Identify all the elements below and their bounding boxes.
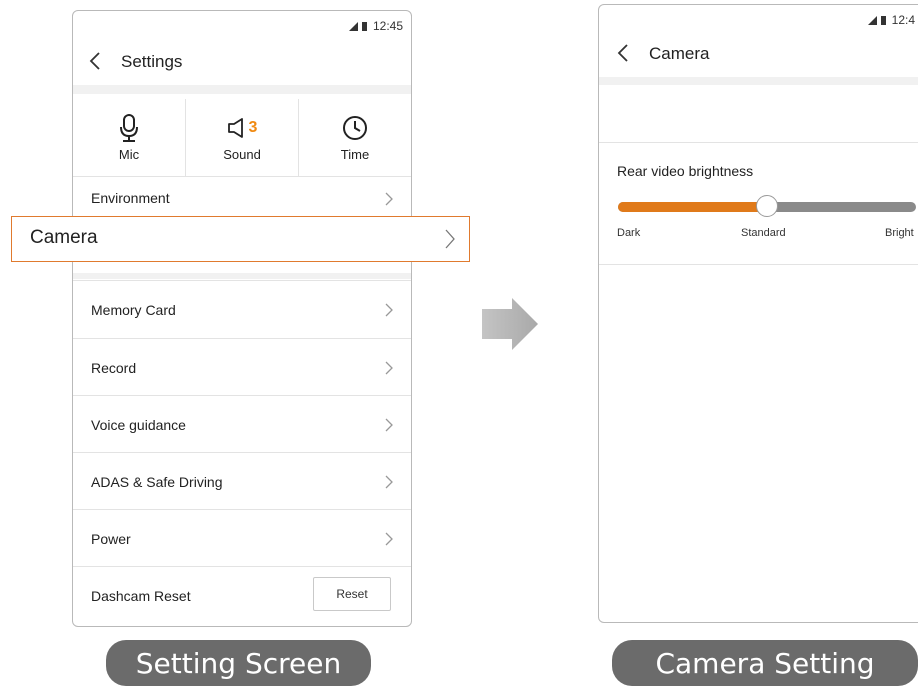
page-title: Camera bbox=[649, 44, 710, 63]
divider bbox=[599, 264, 918, 265]
camera-screen: 12:4 Camera Rear video brightness Dark S… bbox=[598, 4, 918, 623]
quick-time-label: Time bbox=[340, 147, 370, 162]
reset-button[interactable]: Reset bbox=[313, 577, 391, 611]
row-label: Memory Card bbox=[91, 302, 176, 318]
setting-label: Rear video brightness bbox=[617, 163, 754, 179]
signal-icon bbox=[867, 15, 877, 25]
row-memory-card[interactable]: Memory Card bbox=[73, 281, 411, 339]
row-record[interactable]: Record bbox=[73, 339, 411, 396]
row-label: Dashcam Reset bbox=[91, 588, 191, 604]
chevron-right-icon bbox=[385, 361, 393, 375]
row-label: Environment bbox=[91, 190, 170, 206]
row-voice-guidance[interactable]: Voice guidance bbox=[73, 396, 411, 453]
back-icon[interactable] bbox=[617, 43, 629, 63]
brightness-slider[interactable] bbox=[618, 195, 916, 217]
row-label: Voice guidance bbox=[91, 417, 186, 433]
chevron-right-icon bbox=[385, 303, 393, 317]
chevron-right-icon bbox=[385, 192, 393, 206]
row-adas[interactable]: ADAS & Safe Driving bbox=[73, 453, 411, 510]
row-camera-label: Camera bbox=[30, 227, 98, 248]
divider bbox=[73, 85, 411, 94]
page-title: Settings bbox=[121, 52, 183, 71]
status-time: 12:4 bbox=[891, 13, 915, 27]
quick-settings: Mic 3 Sound Time bbox=[73, 99, 411, 177]
divider bbox=[599, 142, 918, 143]
row-label: Power bbox=[91, 531, 131, 547]
divider bbox=[599, 77, 918, 85]
status-time: 12:45 bbox=[372, 19, 403, 33]
status-bar: 12:4 bbox=[867, 13, 915, 27]
settings-screen: 12:45 Settings Mic 3 Sound Time Environm… bbox=[72, 10, 412, 627]
slider-min-label: Dark bbox=[617, 227, 641, 239]
sound-level: 3 bbox=[248, 119, 258, 136]
mic-icon bbox=[120, 114, 138, 142]
quick-sound-label: Sound bbox=[223, 147, 261, 162]
slider-fill bbox=[618, 202, 767, 212]
speaker-icon bbox=[227, 118, 243, 138]
clock-icon bbox=[343, 116, 367, 140]
back-icon[interactable] bbox=[89, 51, 101, 71]
row-power[interactable]: Power bbox=[73, 510, 411, 567]
slider-max-label: Bright bbox=[885, 227, 914, 239]
row-dashcam-reset: Dashcam Reset Reset bbox=[73, 567, 411, 625]
row-label: Record bbox=[91, 360, 137, 376]
battery-icon bbox=[880, 15, 886, 25]
arrow-right-icon bbox=[482, 298, 538, 350]
signal-icon bbox=[348, 21, 358, 31]
caption-camera-setting: Camera Setting bbox=[612, 640, 918, 686]
battery-icon bbox=[361, 21, 367, 31]
status-bar: 12:45 bbox=[348, 19, 403, 33]
quick-sound[interactable]: 3 Sound bbox=[186, 99, 299, 176]
chevron-right-icon bbox=[385, 532, 393, 546]
slider-mid-label: Standard bbox=[741, 227, 786, 239]
caption-setting-screen: Setting Screen bbox=[106, 640, 371, 686]
row-camera-highlight[interactable]: Camera bbox=[11, 216, 470, 262]
slider-thumb[interactable] bbox=[756, 195, 778, 217]
quick-mic-label: Mic bbox=[118, 147, 140, 162]
quick-mic[interactable]: Mic bbox=[73, 99, 186, 176]
quick-time[interactable]: Time bbox=[299, 99, 411, 176]
chevron-right-icon bbox=[385, 475, 393, 489]
chevron-right-icon bbox=[385, 418, 393, 432]
chevron-right-icon bbox=[445, 229, 455, 249]
row-label: ADAS & Safe Driving bbox=[91, 474, 223, 490]
